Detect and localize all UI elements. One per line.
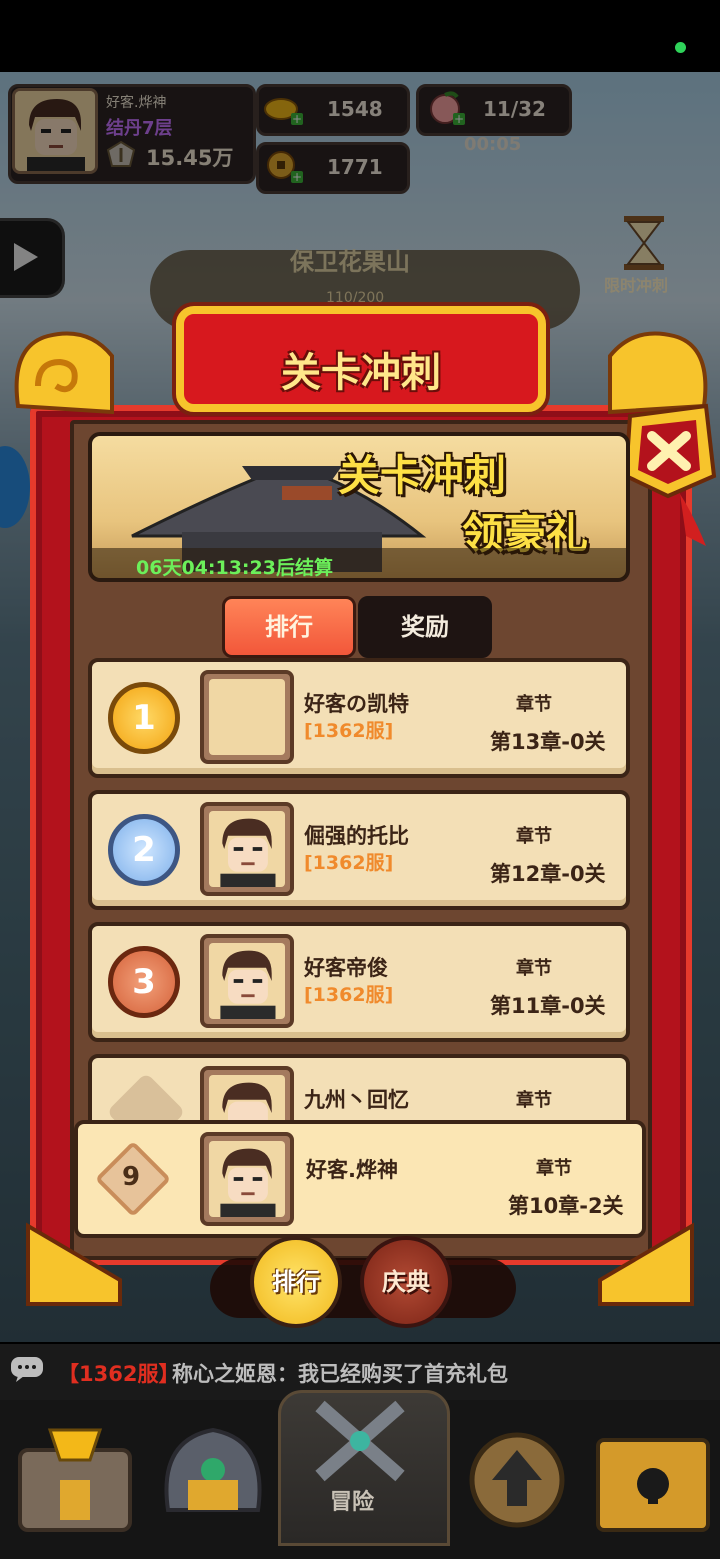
chapter-label: 章节 [516, 1090, 552, 1111]
banner-headline: 关卡冲刺 [338, 451, 507, 500]
crossed-swords-icon [315, 1400, 405, 1482]
chapter-value: 第12章-0关 [490, 862, 606, 886]
my-name: 好客.烨神 [306, 1158, 398, 1182]
player-name: 倔强的托比 [304, 824, 409, 848]
chat-bubble-icon [11, 1357, 43, 1382]
rank-medal-gold: 1 [108, 682, 180, 754]
tab-ranking[interactable]: 排行 [222, 596, 356, 658]
character-face-icon [220, 818, 276, 887]
chapter-value: 第13章-0关 [490, 730, 606, 754]
empty-avatar-slot [209, 679, 285, 755]
status-bar [0, 0, 720, 72]
tab-rewards[interactable]: 奖励 [358, 596, 492, 658]
countdown-timer: 06天04:13:23后结算 [136, 557, 333, 579]
upgrade-arrow-icon[interactable] [452, 1410, 582, 1540]
chat-message: 称心之姬恩：我已经购买了首充礼包 [172, 1362, 508, 1386]
corner-ornament-left-icon [26, 1222, 122, 1306]
cloud-ornament-left-icon [14, 331, 114, 415]
chapter-label: 章节 [516, 694, 552, 715]
dialog-title: 关卡冲刺 [281, 350, 441, 396]
chat-server-tag: 【1362服】 [58, 1362, 180, 1386]
chapter-label: 章节 [536, 1158, 572, 1179]
my-rank: 9 [122, 1162, 141, 1192]
server-tag: [1362服] [304, 852, 394, 874]
celebration-round-button[interactable]: 庆典 [360, 1236, 452, 1328]
close-icon [623, 403, 717, 546]
rank-medal-bronze: 3 [108, 946, 180, 1018]
chapter-label: 章节 [516, 826, 552, 847]
avatar[interactable] [200, 802, 294, 896]
rank-medal-silver: 2 [108, 814, 180, 886]
corner-ornament-right-icon [598, 1222, 694, 1306]
player-name: 好客の凯特 [304, 692, 409, 716]
character-face-icon [220, 950, 276, 1019]
avatar[interactable] [200, 670, 294, 764]
my-chapter: 第10章-2关 [508, 1194, 624, 1218]
ranking-round-button[interactable]: 排行 [250, 1236, 342, 1328]
locked-chest-icon[interactable] [588, 1410, 718, 1540]
server-tag: [1362服] [304, 720, 394, 742]
character-face-icon [220, 1148, 276, 1217]
close-button[interactable] [620, 386, 718, 556]
camera-indicator-dot [675, 42, 686, 53]
helmet-icon[interactable] [148, 1410, 278, 1540]
server-tag: [1362服] [304, 984, 394, 1006]
player-name: 好客帝俊 [304, 956, 388, 980]
player-name: 九州丶回忆 [304, 1088, 409, 1112]
chapter-label: 章节 [516, 958, 552, 979]
shop-chest-icon[interactable] [10, 1410, 140, 1540]
nav-adventure-label: 冒险 [330, 1490, 375, 1515]
my-avatar[interactable] [200, 1132, 294, 1226]
chapter-value: 第11章-0关 [490, 994, 606, 1018]
avatar[interactable] [200, 934, 294, 1028]
